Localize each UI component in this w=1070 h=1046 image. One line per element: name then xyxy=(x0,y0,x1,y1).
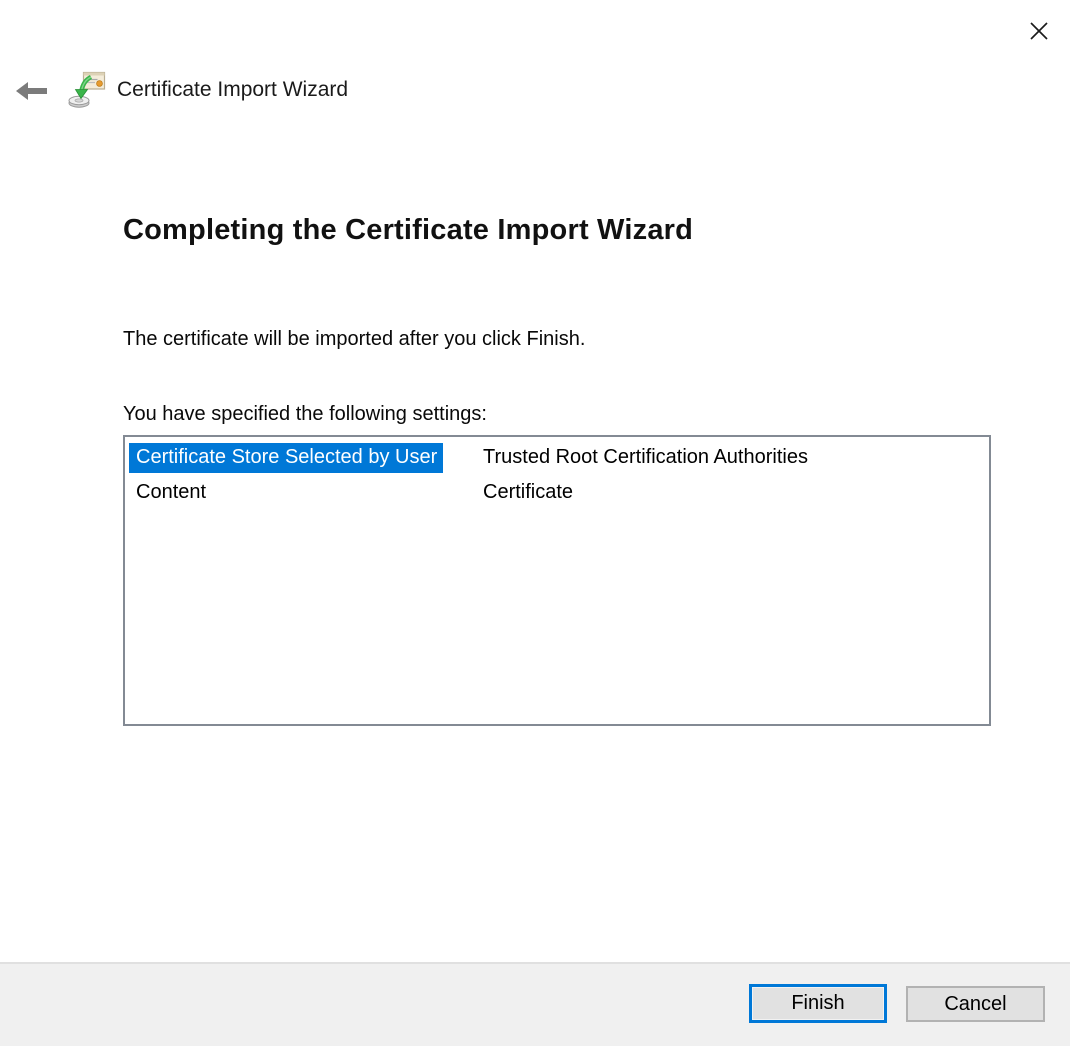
certificate-import-wizard-dialog: Certificate Import Wizard Completing the… xyxy=(0,0,1070,1046)
setting-value: Certificate xyxy=(483,478,985,504)
finish-button[interactable]: Finish xyxy=(749,984,887,1023)
cancel-button[interactable]: Cancel xyxy=(906,986,1045,1022)
close-button[interactable] xyxy=(1022,14,1056,48)
settings-row-certificate-store[interactable]: Certificate Store Selected by User Trust… xyxy=(129,443,985,478)
certificate-import-icon xyxy=(68,69,108,111)
wizard-header: Certificate Import Wizard xyxy=(0,64,1070,120)
finish-description: The certificate will be imported after y… xyxy=(123,328,585,351)
settings-listbox[interactable]: Certificate Store Selected by User Trust… xyxy=(123,435,991,726)
back-arrow-icon xyxy=(14,79,48,103)
setting-value: Trusted Root Certification Authorities xyxy=(483,443,985,469)
selected-setting-name[interactable]: Certificate Store Selected by User xyxy=(129,443,443,473)
setting-name: Certificate Store Selected by User xyxy=(129,443,483,473)
button-bar: Finish Cancel xyxy=(0,962,1070,1046)
close-icon xyxy=(1027,19,1051,43)
page-heading: Completing the Certificate Import Wizard xyxy=(123,214,693,247)
back-button[interactable] xyxy=(12,78,50,104)
wizard-title: Certificate Import Wizard xyxy=(117,78,348,102)
settings-label: You have specified the following setting… xyxy=(123,403,487,426)
settings-row-content[interactable]: Content Certificate xyxy=(129,478,985,513)
setting-name: Content xyxy=(129,478,483,508)
